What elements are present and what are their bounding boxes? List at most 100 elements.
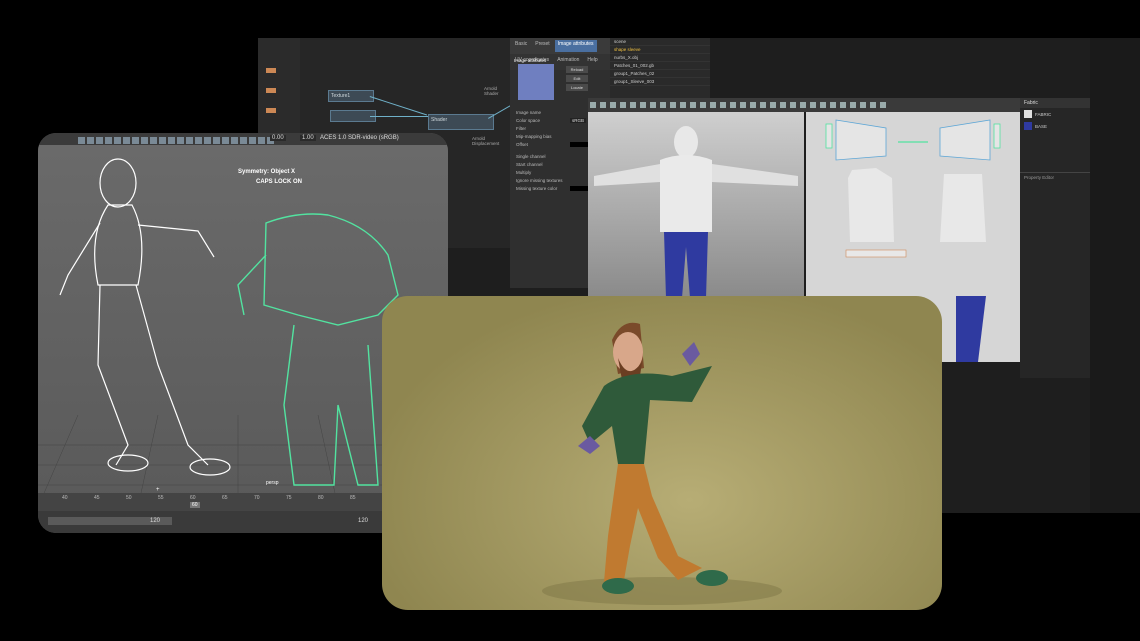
tool-icon[interactable] (880, 102, 886, 108)
sleeve-pattern[interactable] (835, 119, 887, 161)
tool-icon[interactable] (159, 137, 166, 144)
tool-icon[interactable] (266, 108, 276, 113)
range-end-field[interactable]: 120 (150, 518, 160, 524)
gamma-field[interactable]: 1.00 (300, 135, 316, 141)
tool-icon[interactable] (168, 137, 175, 144)
timeline-tick: 55 (158, 495, 164, 501)
attr-row: Single channel (516, 154, 546, 159)
tool-icon[interactable] (810, 102, 816, 108)
playback-end-field[interactable]: 120 (358, 518, 368, 524)
timeline-tick: 65 (222, 495, 228, 501)
colorspace-field[interactable]: sRGB (570, 118, 587, 123)
tool-icon[interactable] (186, 137, 193, 144)
tool-icon[interactable] (650, 102, 656, 108)
tool-icon[interactable] (600, 102, 606, 108)
symmetry-hud: Symmetry: Object X (238, 169, 296, 175)
tool-icon[interactable] (690, 102, 696, 108)
tab-preset[interactable]: Preset (532, 40, 552, 52)
tool-icon[interactable] (258, 137, 265, 144)
back-pattern[interactable] (940, 174, 986, 242)
tool-icon[interactable] (105, 137, 112, 144)
tool-icon[interactable] (620, 102, 626, 108)
outliner-item[interactable]: group1_Sleeve_003 (610, 78, 710, 86)
sleeve-pattern[interactable] (939, 119, 991, 161)
tool-icon[interactable] (780, 102, 786, 108)
final-render (382, 296, 942, 610)
tool-icon[interactable] (150, 137, 157, 144)
tool-icon[interactable] (640, 102, 646, 108)
tool-icon[interactable] (204, 137, 211, 144)
tool-icon[interactable] (710, 102, 716, 108)
tool-icon[interactable] (195, 137, 202, 144)
tool-icon[interactable] (720, 102, 726, 108)
tool-icon[interactable] (680, 102, 686, 108)
tool-icon[interactable] (800, 102, 806, 108)
tool-icon[interactable] (177, 137, 184, 144)
reload-button[interactable]: Reload (566, 66, 588, 73)
attr-row: Mip-mapping bias (516, 134, 552, 139)
tool-icon[interactable] (820, 102, 826, 108)
timeline-tick: 70 (254, 495, 260, 501)
fabric-swatch (1024, 110, 1032, 118)
tool-icon[interactable] (96, 137, 103, 144)
tool-icon[interactable] (610, 102, 616, 108)
attr-row: Ignore missing textures (516, 178, 563, 183)
tool-icon[interactable] (760, 102, 766, 108)
timeline-tick: 75 (286, 495, 292, 501)
connection-wire (369, 96, 428, 116)
fabric-swatch (1024, 122, 1032, 130)
cuff-pattern[interactable] (993, 123, 1001, 149)
tool-icon[interactable] (790, 102, 796, 108)
tool-icon[interactable] (660, 102, 666, 108)
tool-icon[interactable] (87, 137, 94, 144)
front-pattern[interactable] (848, 168, 894, 242)
tool-icon[interactable] (770, 102, 776, 108)
tool-icon[interactable] (132, 137, 139, 144)
tool-icon[interactable] (700, 102, 706, 108)
tool-icon[interactable] (590, 102, 596, 108)
tool-icon[interactable] (222, 137, 229, 144)
edit-button[interactable]: Edit (566, 75, 588, 82)
camera-label: persp (266, 480, 279, 486)
outliner-item[interactable]: shape sleeve (610, 46, 710, 54)
tab-image-attributes[interactable]: Image attributes (554, 40, 597, 52)
outliner-item[interactable]: nurbs_X.obj (610, 54, 710, 62)
timeline-tick: 85 (350, 495, 356, 501)
tool-icon[interactable] (266, 88, 276, 93)
node-texture[interactable]: Texture1 (328, 90, 374, 102)
tool-icon[interactable] (730, 102, 736, 108)
current-frame-marker[interactable]: 60 (190, 502, 200, 508)
tool-icon[interactable] (750, 102, 756, 108)
locate-button[interactable]: Locate (566, 84, 588, 91)
garment-3d-viewport[interactable] (588, 112, 804, 298)
tool-icon[interactable] (231, 137, 238, 144)
outliner-item[interactable]: group1_Patches_02 (610, 70, 710, 78)
tool-icon[interactable] (141, 137, 148, 144)
waistband-pattern[interactable] (845, 249, 907, 258)
tool-icon[interactable] (830, 102, 836, 108)
tool-icon[interactable] (860, 102, 866, 108)
outliner-item[interactable]: scene (610, 38, 710, 46)
tool-icon[interactable] (630, 102, 636, 108)
tool-icon[interactable] (840, 102, 846, 108)
tool-icon[interactable] (213, 137, 220, 144)
pants-pattern[interactable] (956, 296, 986, 362)
tool-icon[interactable] (740, 102, 746, 108)
tool-icon[interactable] (870, 102, 876, 108)
tool-icon[interactable] (114, 137, 121, 144)
tool-icon[interactable] (266, 68, 276, 73)
tool-icon[interactable] (850, 102, 856, 108)
tool-icon[interactable] (123, 137, 130, 144)
node-shader[interactable]: Shader (428, 114, 494, 130)
timeline-tick: 50 (126, 495, 132, 501)
tool-icon[interactable] (670, 102, 676, 108)
tool-icon[interactable] (249, 137, 256, 144)
colorspace-dropdown[interactable]: ACES 1.0 SDR-video (sRGB) (320, 135, 399, 141)
tab-basic[interactable]: Basic (512, 40, 530, 52)
tool-icon[interactable] (78, 137, 85, 144)
outliner-item[interactable]: Patches_01_002.gb (610, 62, 710, 70)
character-glove (578, 436, 600, 454)
cuff-pattern[interactable] (825, 123, 833, 149)
tool-icon[interactable] (240, 137, 247, 144)
exposure-field[interactable]: 0.00 (270, 135, 286, 141)
